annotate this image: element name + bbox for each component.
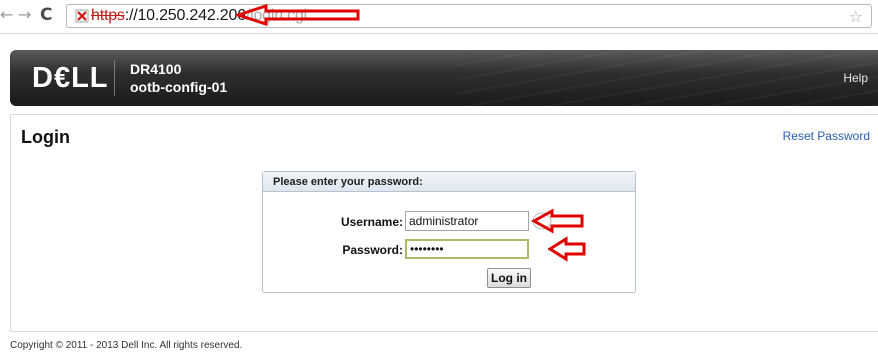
broken-lock-icon[interactable] xyxy=(75,9,89,23)
back-arrow-icon[interactable]: ← xyxy=(0,5,13,25)
url-host: ://10.250.242.206 xyxy=(124,7,246,24)
annotation-arrow-icon xyxy=(548,236,586,262)
address-bar[interactable]: https://10.250.242.206/login.cgi ☆ xyxy=(66,4,872,28)
copyright-text: Copyright © 2011 - 2013 Dell Inc. All ri… xyxy=(10,340,243,351)
password-field[interactable] xyxy=(405,239,529,259)
annotation-arrow-icon xyxy=(530,208,584,234)
annotation-arrow-icon xyxy=(236,4,360,26)
header-divider xyxy=(114,60,115,96)
reload-icon[interactable]: C xyxy=(40,5,52,25)
bookmark-star-icon[interactable]: ☆ xyxy=(849,7,863,26)
password-label: Password: xyxy=(342,243,403,257)
dell-logo: D€LL xyxy=(32,62,109,94)
reset-password-link[interactable]: Reset Password xyxy=(783,129,870,143)
page-title: Login xyxy=(21,127,70,147)
username-label: Username: xyxy=(340,215,403,229)
host-name: ootb-config-01 xyxy=(130,79,228,95)
help-link[interactable]: Help xyxy=(843,71,868,85)
forward-arrow-icon[interactable]: → xyxy=(18,5,31,25)
username-field[interactable] xyxy=(405,211,529,231)
app-header: D€LL DR4100 ootb-config-01 Help xyxy=(10,50,878,106)
product-name: DR4100 xyxy=(130,61,182,77)
main-content: Login Reset Password Please enter your p… xyxy=(10,114,878,332)
header-decoration xyxy=(458,50,878,106)
url-scheme: https xyxy=(91,7,125,24)
login-panel-heading: Please enter your password: xyxy=(263,172,635,192)
browser-toolbar: ← → C https://10.250.242.206/login.cgi ☆ xyxy=(0,0,878,34)
login-button[interactable]: Log in xyxy=(487,268,531,288)
